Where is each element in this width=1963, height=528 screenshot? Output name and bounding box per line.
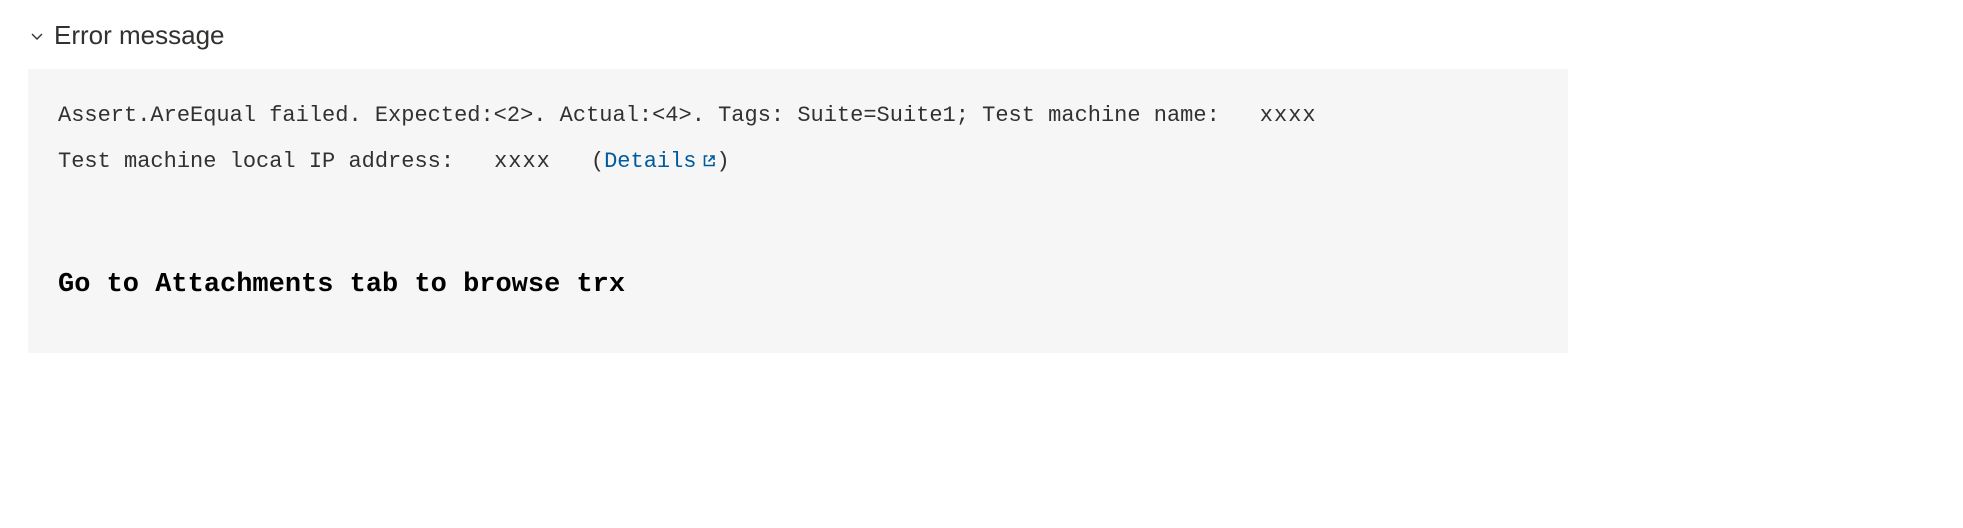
details-link-label: Details bbox=[604, 149, 696, 174]
ip-label: Test machine local IP address: bbox=[58, 149, 454, 174]
section-title: Error message bbox=[54, 20, 225, 51]
paren-open: ( bbox=[591, 149, 604, 174]
chevron-down-icon bbox=[28, 27, 46, 45]
assert-text: Assert.AreEqual failed. Expected:<2>. Ac… bbox=[58, 103, 1220, 128]
error-message-header[interactable]: Error message bbox=[28, 20, 1935, 51]
details-link[interactable]: Details bbox=[604, 149, 716, 174]
message-line-1: Assert.AreEqual failed. Expected:<2>. Ac… bbox=[58, 93, 1538, 139]
error-message-body: Assert.AreEqual failed. Expected:<2>. Ac… bbox=[28, 69, 1568, 353]
external-link-icon bbox=[701, 141, 717, 187]
ip-address-masked: xxxx bbox=[494, 149, 551, 174]
attachments-hint: Go to Attachments tab to browse trx bbox=[58, 267, 1538, 305]
paren-close: ) bbox=[717, 149, 730, 174]
message-line-2: Test machine local IP address: xxxx (Detai… bbox=[58, 139, 1538, 187]
machine-name-masked: xxxx bbox=[1260, 103, 1317, 128]
